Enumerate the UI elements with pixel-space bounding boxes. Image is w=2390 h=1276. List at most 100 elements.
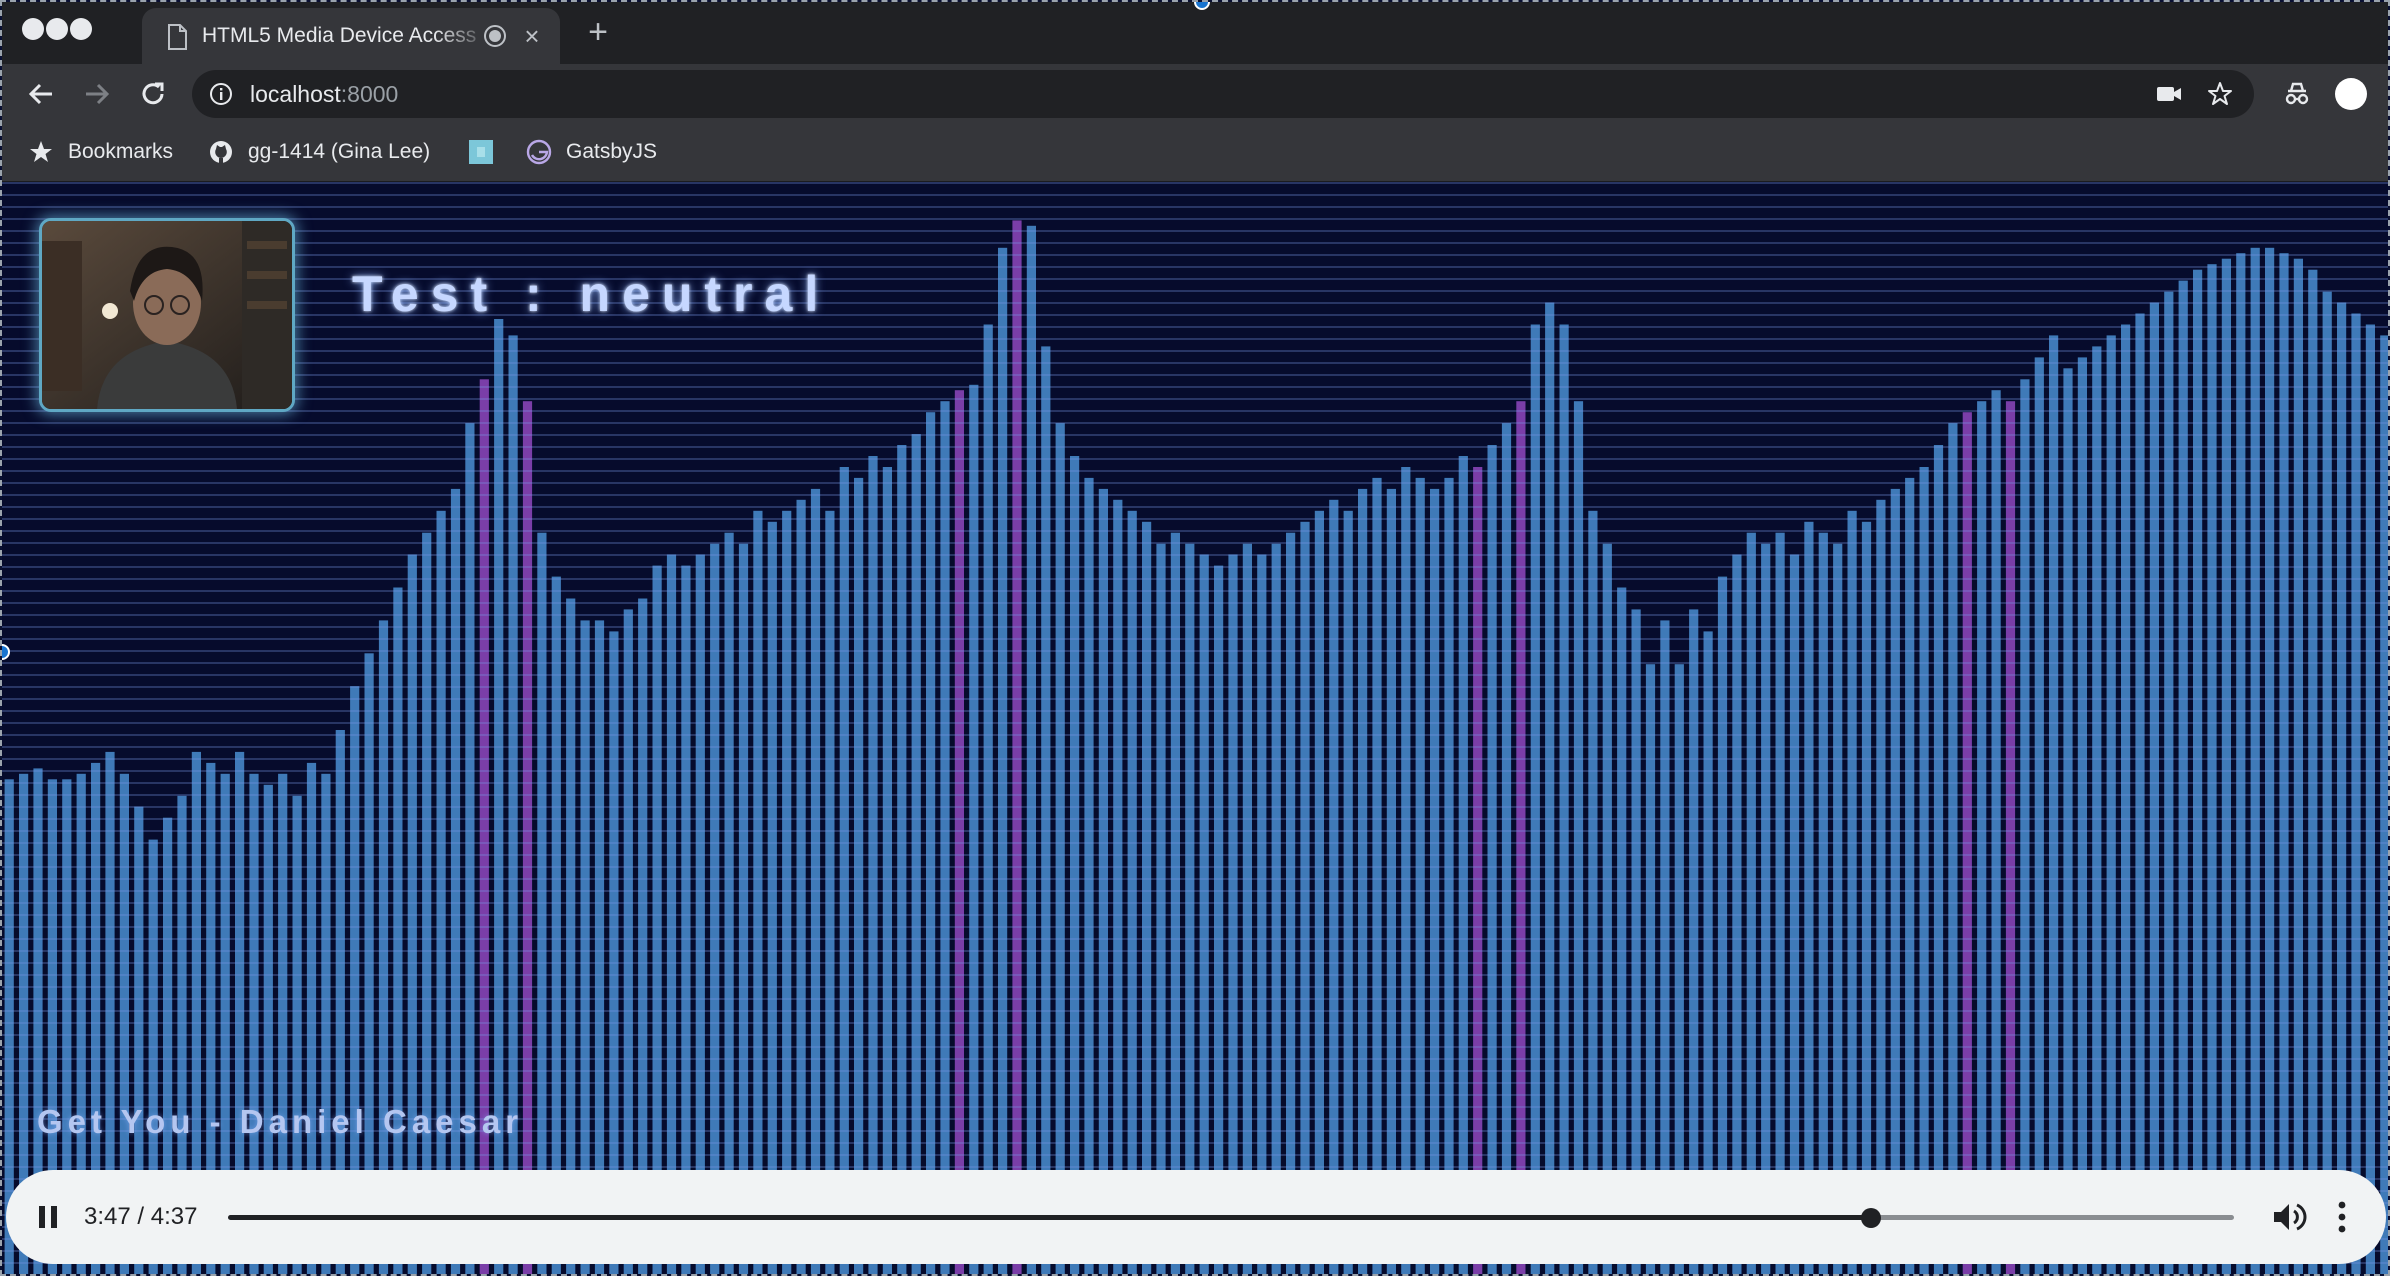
seek-bar-played[interactable] <box>228 1215 1871 1220</box>
visualizer-bar <box>782 510 792 1274</box>
github-icon <box>210 141 232 163</box>
visualizer-bar <box>2221 258 2231 1274</box>
visualizer-bar <box>1890 488 1900 1274</box>
reload-icon[interactable] <box>134 75 172 113</box>
bookmarks-bar: Bookmarks gg-1414 (Gina Lee) GatsbyJS <box>2 124 2388 182</box>
recording-indicator-icon <box>484 25 506 47</box>
bookmark-label: Bookmarks <box>68 140 174 163</box>
more-options-icon[interactable] <box>2336 1198 2348 1236</box>
visualizer-bar <box>2063 368 2073 1274</box>
tab-close-icon[interactable]: × <box>518 22 546 50</box>
visualizer-bar <box>465 423 475 1274</box>
visualizer-bar <box>2034 357 2044 1274</box>
visualizer-bar <box>1962 412 1972 1274</box>
visualizer-bar <box>2308 269 2318 1274</box>
visualizer-bar <box>2265 247 2275 1274</box>
visualizer-bar <box>1127 510 1137 1274</box>
visualizer-bar <box>1271 543 1281 1274</box>
visualizer-bar <box>1501 423 1512 1274</box>
visualizer-bar <box>1098 488 1108 1274</box>
visualizer-bar <box>1991 390 2001 1274</box>
visualizer-bar <box>1933 445 1944 1274</box>
visualizer-bar <box>2106 335 2116 1274</box>
visualizer-bar <box>2020 379 2030 1274</box>
visualizer-bar <box>1818 532 1828 1274</box>
address-bar[interactable]: localhost:8000 <box>192 70 2254 118</box>
camera-in-use-icon[interactable] <box>2154 82 2184 106</box>
visualizer-bar <box>436 510 446 1274</box>
visualizer-bar <box>1458 456 1468 1274</box>
visualizer-bar <box>2236 253 2246 1274</box>
active-tab[interactable]: HTML5 Media Device Access × <box>142 8 560 64</box>
visualizer-bar <box>954 390 964 1274</box>
visualizer-bar <box>1732 554 1742 1274</box>
visualizer-bar <box>1516 401 1526 1274</box>
visualizer-bar <box>2121 324 2131 1274</box>
volume-icon[interactable] <box>2270 1199 2308 1235</box>
minimize-window-button[interactable] <box>46 18 68 40</box>
new-tab-button[interactable]: + <box>580 14 616 50</box>
visualizer-bar <box>1257 554 1267 1274</box>
visualizer-bar <box>1286 532 1296 1274</box>
bookmark-star-icon[interactable] <box>2206 80 2234 108</box>
seek-thumb[interactable] <box>1860 1208 1881 1228</box>
visualizer-bar <box>911 434 921 1274</box>
webcam-preview <box>39 218 295 412</box>
visualizer-bar <box>2293 258 2303 1274</box>
visualizer-bar <box>1358 488 1368 1274</box>
visualizer-bar <box>1833 543 1843 1274</box>
star-icon <box>30 141 52 162</box>
visualizer-bar <box>1559 324 1569 1274</box>
incognito-extension-icon[interactable] <box>2280 77 2314 111</box>
visualizer-bar <box>1084 477 1094 1274</box>
url-host: localhost <box>250 81 341 107</box>
visualizer-bar <box>450 488 461 1274</box>
visualizer-bar <box>1300 521 1310 1274</box>
seek-bar-remaining[interactable] <box>1870 1215 2234 1220</box>
pause-icon[interactable] <box>34 1203 62 1231</box>
visualizer-bar <box>1041 346 1051 1274</box>
back-icon[interactable] <box>22 75 60 113</box>
site-info-icon[interactable] <box>208 81 234 107</box>
visualizer-bar <box>2149 302 2159 1274</box>
visualizer-bar <box>1329 499 1339 1274</box>
visualizer-bar <box>2092 346 2102 1274</box>
gatsby-icon <box>526 139 552 165</box>
visualizer-bar <box>1948 423 1958 1274</box>
visualizer-bar <box>2193 269 2203 1274</box>
visualizer-bar <box>1804 521 1814 1274</box>
visualizer-bar <box>407 554 417 1274</box>
visualizer-bar <box>1199 554 1209 1274</box>
visualizer-bar <box>1314 510 1324 1274</box>
visualizer-bar <box>753 510 763 1274</box>
visualizer-bar <box>666 554 677 1274</box>
visualizer-bar <box>1242 543 1252 1274</box>
visualizer-bar <box>1372 477 1382 1274</box>
visualizer-bar <box>1113 499 1123 1274</box>
visualizer-bar <box>2337 302 2347 1274</box>
maximize-window-button[interactable] <box>70 18 92 40</box>
song-title: Get You - Daniel Caesar <box>37 1103 524 1140</box>
visualizer-bar <box>2250 247 2260 1274</box>
visualizer-bar <box>1861 521 1872 1274</box>
visualizer-bar <box>537 532 547 1274</box>
document-icon <box>168 24 187 50</box>
visualizer-bar <box>522 401 533 1274</box>
visualizer-bar <box>1170 532 1180 1274</box>
visualizer-bar <box>1012 220 1022 1274</box>
visualizer-bar <box>1847 510 1857 1274</box>
forward-icon[interactable] <box>78 75 116 113</box>
profile-avatar-icon[interactable] <box>2335 78 2367 110</box>
visualizer-bar <box>2351 313 2361 1274</box>
visualizer-bar <box>2365 324 2375 1274</box>
tab-title: HTML5 Media Device Access <box>202 24 477 47</box>
visualizer-bar <box>1775 532 1785 1274</box>
visualizer-bar <box>1444 477 1454 1274</box>
visualizer-bar <box>1228 554 1238 1274</box>
visualizer-bar <box>2077 357 2087 1274</box>
visualizer-bar <box>854 477 864 1274</box>
close-window-button[interactable] <box>22 18 44 40</box>
visualizer-bar <box>2135 313 2145 1274</box>
visualizer-bar <box>1905 477 1915 1274</box>
visualizer-bar <box>1977 401 1987 1274</box>
